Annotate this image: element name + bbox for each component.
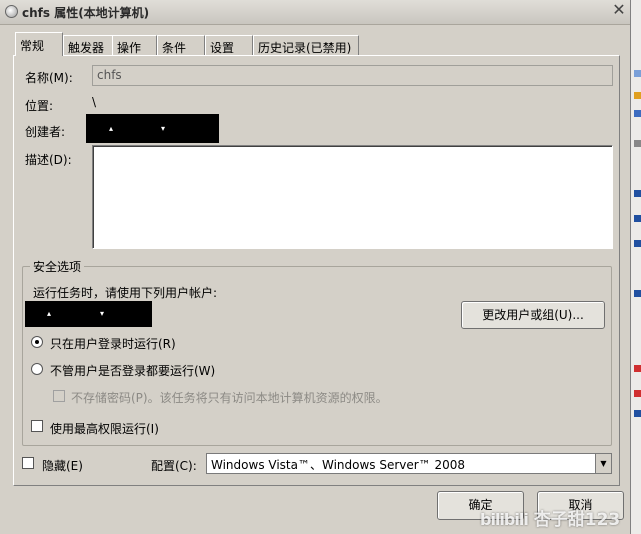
author-redacted-block: ▴ ▾: [86, 114, 219, 143]
radio-selected-dot: [35, 340, 39, 344]
tab-settings[interactable]: 设置: [205, 35, 253, 55]
run-only-logged-on-label: 只在用户登录时运行(R): [50, 337, 176, 351]
background-icon: [634, 410, 641, 417]
task-icon: [5, 5, 18, 18]
highest-privileges-checkbox[interactable]: [31, 420, 43, 432]
background-icon: [634, 110, 641, 117]
background-icon: [634, 365, 641, 372]
watermark: bilibili 杏子甜123: [480, 505, 641, 533]
tab-general[interactable]: 常规: [15, 32, 63, 56]
description-label: 描述(D):: [25, 153, 72, 167]
background-icon: [634, 140, 641, 147]
run-only-logged-on-radio[interactable]: [31, 336, 43, 348]
hidden-checkbox[interactable]: [22, 457, 34, 469]
security-options-title: 安全选项: [30, 258, 85, 275]
location-value: \: [92, 95, 97, 109]
hidden-label: 隐藏(E): [42, 459, 83, 473]
run-as-user-redacted: ▴ ▾: [25, 301, 152, 327]
background-icon: [634, 190, 641, 197]
close-icon[interactable]: ✕: [611, 2, 627, 18]
properties-window: chfs 属性(本地计算机) ✕ 常规 触发器 操作 条件 设置 历史记录(已禁…: [0, 0, 631, 534]
background-window-strip: [631, 0, 641, 534]
config-select[interactable]: Windows Vista™、Windows Server™ 2008 ▼: [206, 453, 612, 474]
change-user-button[interactable]: 更改用户或组(U)...: [461, 301, 605, 329]
tab-history[interactable]: 历史记录(已禁用): [253, 35, 359, 55]
tab-actions[interactable]: 操作: [112, 35, 157, 55]
tab-triggers[interactable]: 触发器: [63, 35, 113, 55]
run-as-label: 运行任务时，请使用下列用户帐户:: [33, 286, 218, 300]
config-selected-value: Windows Vista™、Windows Server™ 2008: [211, 458, 466, 472]
background-icon: [634, 240, 641, 247]
highest-privileges-label: 使用最高权限运行(I): [50, 422, 159, 436]
background-icon: [634, 390, 641, 397]
background-icon: [634, 92, 641, 99]
background-icon: [634, 70, 641, 77]
description-textarea[interactable]: [92, 145, 613, 249]
run-whether-logged-on-radio[interactable]: [31, 363, 43, 375]
run-whether-logged-on-label: 不管用户是否登录都要运行(W): [50, 364, 216, 378]
location-label: 位置:: [25, 99, 54, 113]
no-store-password-checkbox[interactable]: [53, 390, 65, 402]
window-title: chfs 属性(本地计算机): [22, 6, 150, 20]
name-field[interactable]: chfs: [92, 65, 613, 86]
no-store-password-label: 不存储密码(P)。该任务将只有访问本地计算机资源的权限。: [71, 391, 388, 405]
background-icon: [634, 290, 641, 297]
config-label: 配置(C):: [151, 459, 197, 473]
background-icon: [634, 215, 641, 222]
watermark-text: 杏子甜123: [533, 510, 621, 530]
tab-conditions[interactable]: 条件: [157, 35, 205, 55]
author-label: 创建者:: [25, 125, 66, 139]
chevron-down-icon[interactable]: ▼: [595, 454, 611, 473]
title-bar: chfs 属性(本地计算机) ✕: [0, 0, 630, 25]
bilibili-logo: bilibili: [480, 510, 529, 529]
name-label: 名称(M):: [25, 71, 73, 85]
